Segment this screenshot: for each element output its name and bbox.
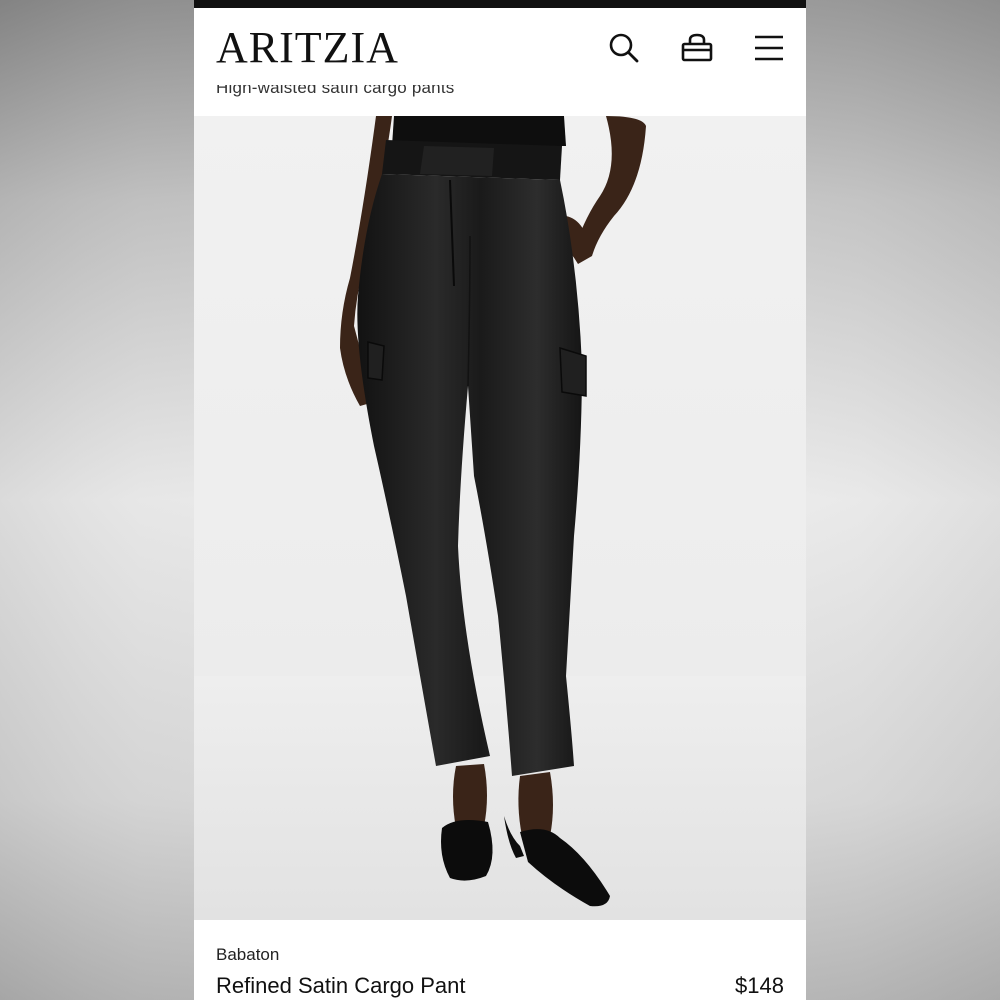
brand-logo[interactable]: ARITZIA [216,22,399,74]
search-button[interactable] [606,30,642,66]
backdrop-right [806,0,1000,1000]
site-header: ARITZIA High-waisted satin cargo pants [194,8,806,116]
page-subtitle: High-waisted satin cargo pants [216,78,455,97]
product-brand[interactable]: Babaton [216,944,279,966]
search-icon [609,33,639,63]
bag-icon [681,33,713,62]
product-image[interactable] [194,116,806,920]
hamburger-menu-icon [755,35,783,61]
product-info: Babaton Refined Satin Cargo Pant $148 [194,920,806,1000]
product-name[interactable]: Refined Satin Cargo Pant [216,972,466,1000]
product-photo-illustration [194,116,806,920]
backdrop-left [0,0,194,1000]
status-bar-strip [194,0,806,8]
product-price: $148 [735,973,784,998]
menu-button[interactable] [751,30,787,66]
screenshot-frame: ARITZIA High-waisted satin cargo pants B… [194,0,806,1000]
bag-button[interactable] [679,30,715,66]
